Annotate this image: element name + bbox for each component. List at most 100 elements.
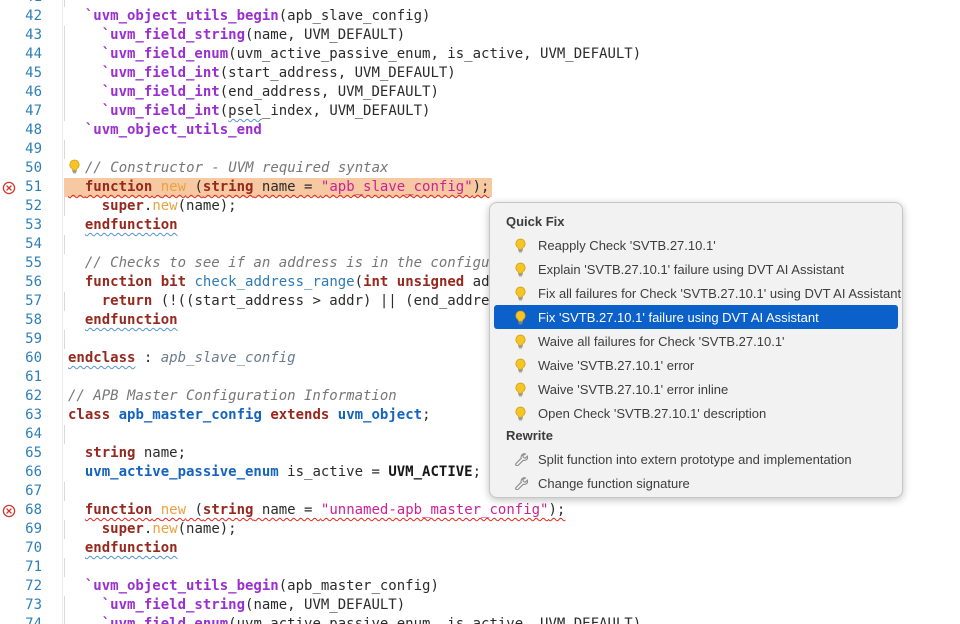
- quickfix-menu-item[interactable]: Waive 'SVTB.27.10.1' error: [494, 353, 898, 377]
- line-number[interactable]: 41: [18, 0, 42, 7]
- code-text[interactable]: function new (string name = "unnamed-apb…: [42, 501, 960, 520]
- line-number[interactable]: 57: [18, 292, 42, 311]
- gutter-icon-slot: [0, 216, 18, 235]
- line-number[interactable]: 54: [18, 235, 42, 254]
- code-text[interactable]: `uvm_field_enum(uvm_active_passive_enum,…: [42, 615, 960, 624]
- token-plain: psel: [228, 103, 262, 119]
- code-text[interactable]: // Constructor - UVM required syntax: [42, 159, 960, 178]
- quickfix-menu-item[interactable]: Reapply Check 'SVTB.27.10.1': [494, 233, 898, 257]
- code-text[interactable]: super.new(name);: [42, 520, 960, 539]
- line-number[interactable]: 72: [18, 577, 42, 596]
- line-number[interactable]: 44: [18, 45, 42, 64]
- line-number[interactable]: 61: [18, 368, 42, 387]
- line-number[interactable]: 58: [18, 311, 42, 330]
- code-line[interactable]: 46 `uvm_field_int(end_address, UVM_DEFAU…: [0, 83, 960, 102]
- quickfix-menu-item[interactable]: Open Check 'SVTB.27.10.1' description: [494, 401, 898, 425]
- line-number[interactable]: 71: [18, 558, 42, 577]
- line-number[interactable]: 47: [18, 102, 42, 121]
- code-text[interactable]: `uvm_field_int(end_address, UVM_DEFAULT): [42, 83, 960, 102]
- line-number[interactable]: 66: [18, 463, 42, 482]
- code-text[interactable]: `uvm_object_utils_begin(apb_slave_config…: [42, 7, 960, 26]
- token-plain: is_active =: [279, 464, 389, 480]
- code-line[interactable]: 68 function new (string name = "unnamed-…: [0, 501, 960, 520]
- line-number[interactable]: 60: [18, 349, 42, 368]
- code-line[interactable]: 70 endfunction: [0, 539, 960, 558]
- line-number[interactable]: 55: [18, 254, 42, 273]
- quickfix-menu-item[interactable]: Waive 'SVTB.27.10.1' error inline: [494, 377, 898, 401]
- line-number[interactable]: 63: [18, 406, 42, 425]
- line-number[interactable]: 56: [18, 273, 42, 292]
- code-line[interactable]: 43 `uvm_field_string(name, UVM_DEFAULT): [0, 26, 960, 45]
- quickfix-menu-item[interactable]: Split function into extern prototype and…: [494, 447, 898, 471]
- line-number[interactable]: 59: [18, 330, 42, 349]
- code-line[interactable]: 71: [0, 558, 960, 577]
- token-macro: `uvm_field_int: [102, 65, 220, 81]
- code-line[interactable]: 47 `uvm_field_int(psel_index, UVM_DEFAUL…: [0, 102, 960, 121]
- code-text[interactable]: [42, 558, 960, 577]
- line-number[interactable]: 52: [18, 197, 42, 216]
- code-line[interactable]: 72 `uvm_object_utils_begin(apb_master_co…: [0, 577, 960, 596]
- code-text[interactable]: [42, 140, 960, 159]
- code-line[interactable]: 48 `uvm_object_utils_end: [0, 121, 960, 140]
- code-text[interactable]: `uvm_field_string(name, UVM_DEFAULT): [42, 596, 960, 615]
- code-text[interactable]: endfunction: [42, 539, 960, 558]
- line-number[interactable]: 48: [18, 121, 42, 140]
- token-macro: `uvm_object_utils_begin: [85, 8, 279, 24]
- code-line[interactable]: 44 `uvm_field_enum(uvm_active_passive_en…: [0, 45, 960, 64]
- code-line[interactable]: 41: [0, 0, 960, 7]
- code-text[interactable]: `uvm_field_string(name, UVM_DEFAULT): [42, 26, 960, 45]
- code-line[interactable]: 45 `uvm_field_int(start_address, UVM_DEF…: [0, 64, 960, 83]
- code-text[interactable]: `uvm_field_enum(uvm_active_passive_enum,…: [42, 45, 960, 64]
- line-number[interactable]: 46: [18, 83, 42, 102]
- error-icon[interactable]: [0, 501, 18, 520]
- line-number[interactable]: 51: [18, 178, 42, 197]
- quickfix-menu-item[interactable]: Waive all failures for Check 'SVTB.27.10…: [494, 329, 898, 353]
- line-number[interactable]: 42: [18, 7, 42, 26]
- indent-guide: [64, 26, 65, 45]
- line-number[interactable]: 43: [18, 26, 42, 45]
- line-number[interactable]: 50: [18, 159, 42, 178]
- code-line[interactable]: 51 function new (string name = "apb_slav…: [0, 178, 960, 197]
- indent-guide: [64, 292, 65, 311]
- quickfix-menu[interactable]: Quick FixReapply Check 'SVTB.27.10.1'Exp…: [489, 202, 903, 498]
- code-text[interactable]: `uvm_field_int(start_address, UVM_DEFAUL…: [42, 64, 960, 83]
- quickfix-menu-item[interactable]: Explain 'SVTB.27.10.1' failure using DVT…: [494, 257, 898, 281]
- token-plain: (: [220, 103, 228, 119]
- code-text[interactable]: `uvm_object_utils_end: [42, 121, 960, 140]
- gutter-icon-slot: [0, 26, 18, 45]
- line-number[interactable]: 67: [18, 482, 42, 501]
- menu-item-label: Explain 'SVTB.27.10.1' failure using DVT…: [538, 262, 844, 277]
- code-line[interactable]: 73 `uvm_field_string(name, UVM_DEFAULT): [0, 596, 960, 615]
- line-number[interactable]: 70: [18, 539, 42, 558]
- line-number[interactable]: 49: [18, 140, 42, 159]
- token-macro: `uvm_field_string: [102, 27, 245, 43]
- token-new: new: [152, 198, 177, 214]
- line-number[interactable]: 65: [18, 444, 42, 463]
- code-line[interactable]: 69 super.new(name);: [0, 520, 960, 539]
- code-line[interactable]: 42 `uvm_object_utils_begin(apb_slave_con…: [0, 7, 960, 26]
- line-number[interactable]: 68: [18, 501, 42, 520]
- error-icon[interactable]: [0, 178, 18, 197]
- gutter-icon-slot: [0, 425, 18, 444]
- code-text[interactable]: `uvm_field_int(psel_index, UVM_DEFAULT): [42, 102, 960, 121]
- line-number[interactable]: 69: [18, 520, 42, 539]
- quickfix-menu-item[interactable]: Change function signature: [494, 471, 898, 495]
- quickfix-menu-item[interactable]: Fix all failures for Check 'SVTB.27.10.1…: [494, 281, 898, 305]
- line-number[interactable]: 74: [18, 615, 42, 624]
- token-macro: `uvm_field_int: [102, 103, 220, 119]
- lightbulb-icon: [514, 238, 528, 253]
- lightbulb-icon[interactable]: [68, 159, 81, 174]
- quickfix-menu-item[interactable]: Fix 'SVTB.27.10.1' failure using DVT AI …: [494, 305, 898, 329]
- code-line[interactable]: 74 `uvm_field_enum(uvm_active_passive_en…: [0, 615, 960, 624]
- code-text[interactable]: `uvm_object_utils_begin(apb_master_confi…: [42, 577, 960, 596]
- code-line[interactable]: 49: [0, 140, 960, 159]
- line-number[interactable]: 73: [18, 596, 42, 615]
- code-line[interactable]: 50// Constructor - UVM required syntax: [0, 159, 960, 178]
- line-number[interactable]: 45: [18, 64, 42, 83]
- line-number[interactable]: 64: [18, 425, 42, 444]
- code-text[interactable]: [42, 0, 960, 7]
- code-text[interactable]: function new (string name = "apb_slave_c…: [42, 178, 960, 197]
- token-ref: apb_slave_config: [161, 350, 296, 366]
- line-number[interactable]: 62: [18, 387, 42, 406]
- line-number[interactable]: 53: [18, 216, 42, 235]
